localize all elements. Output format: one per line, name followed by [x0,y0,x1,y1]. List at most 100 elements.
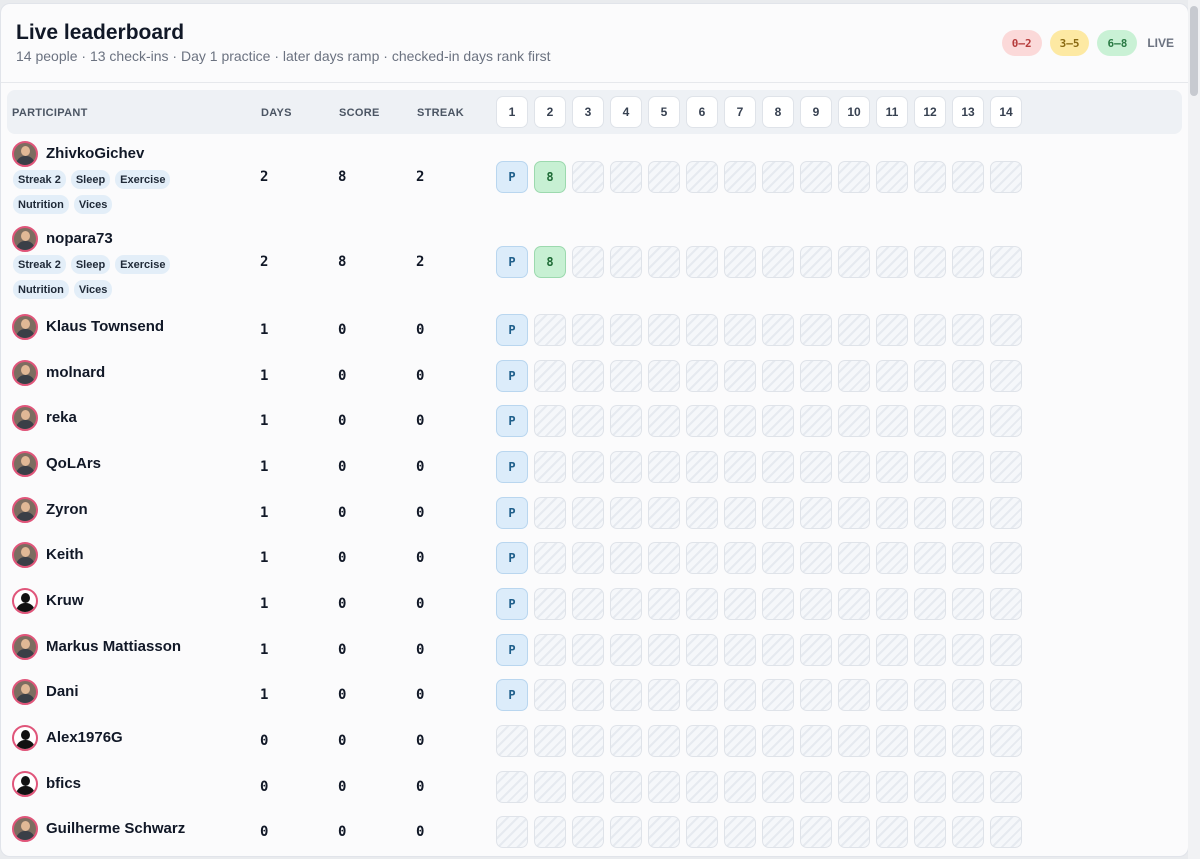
day-cell-empty[interactable] [724,497,756,529]
day-cell-empty[interactable] [648,314,680,346]
day-cell-score[interactable]: 8 [534,161,566,193]
day-cell-empty[interactable] [610,360,642,392]
day-cell-empty[interactable] [800,246,832,278]
day-cell-empty[interactable] [876,679,908,711]
day-cell-empty[interactable] [686,771,718,803]
day-cell-empty[interactable] [952,405,984,437]
day-cell-empty[interactable] [572,725,604,757]
day-cell-empty[interactable] [990,314,1022,346]
day-cell-empty[interactable] [762,451,794,483]
day-cell-empty[interactable] [572,451,604,483]
participant-row[interactable]: Keith 1 0 0 P [1,542,1188,582]
day-cell-empty[interactable] [572,161,604,193]
day-cell-empty[interactable] [572,771,604,803]
day-cell-empty[interactable] [876,588,908,620]
participant-row[interactable]: molnard 1 0 0 P [1,360,1188,400]
day-cell-empty[interactable] [534,360,566,392]
day-cell-practice[interactable]: P [496,497,528,529]
day-cell-empty[interactable] [762,771,794,803]
day-cell-empty[interactable] [534,451,566,483]
day-cell-empty[interactable] [648,246,680,278]
day-cell-empty[interactable] [724,725,756,757]
participant-row[interactable]: Guilherme Schwarz 0 0 0 [1,816,1188,856]
day-cell-practice[interactable]: P [496,679,528,711]
day-cell-practice[interactable]: P [496,314,528,346]
column-header-days[interactable]: DAYS [261,107,292,119]
day-cell-empty[interactable] [762,246,794,278]
day-cell-empty[interactable] [610,246,642,278]
day-cell-empty[interactable] [914,405,946,437]
day-cell-empty[interactable] [800,451,832,483]
participant-row[interactable]: Klaus Townsend 1 0 0 P [1,314,1188,354]
day-cell-empty[interactable] [648,497,680,529]
day-cell-empty[interactable] [686,405,718,437]
day-cell-empty[interactable] [800,314,832,346]
day-cell-empty[interactable] [838,679,870,711]
day-cell-empty[interactable] [762,588,794,620]
day-cell-empty[interactable] [876,360,908,392]
day-cell-empty[interactable] [534,588,566,620]
day-cell-empty[interactable] [686,161,718,193]
day-cell-empty[interactable] [648,725,680,757]
day-cell-empty[interactable] [876,634,908,666]
day-cell-empty[interactable] [914,542,946,574]
day-cell-practice[interactable]: P [496,542,528,574]
day-cell-practice[interactable]: P [496,246,528,278]
day-cell-empty[interactable] [534,634,566,666]
day-cell-empty[interactable] [610,679,642,711]
day-cell-empty[interactable] [724,679,756,711]
day-cell-empty[interactable] [838,634,870,666]
participant-row[interactable]: nopara73 Streak 2 Sleep Exercise Nutrition Vi… [1,226,1188,306]
day-cell-empty[interactable] [534,771,566,803]
day-cell-empty[interactable] [610,725,642,757]
day-cell-empty[interactable] [952,725,984,757]
column-header-participant[interactable]: PARTICIPANT [12,107,88,119]
day-cell-empty[interactable] [686,725,718,757]
day-cell-empty[interactable] [952,816,984,848]
day-cell-empty[interactable] [876,497,908,529]
day-cell-empty[interactable] [838,360,870,392]
day-cell-empty[interactable] [610,634,642,666]
day-cell-empty[interactable] [838,451,870,483]
day-cell-practice[interactable]: P [496,405,528,437]
participant-name[interactable]: ZhivkoGichev [46,145,144,162]
day-cell-empty[interactable] [762,161,794,193]
day-cell-empty[interactable] [914,246,946,278]
day-cell-empty[interactable] [762,816,794,848]
day-cell-empty[interactable] [800,725,832,757]
day-cell-empty[interactable] [952,451,984,483]
day-cell-empty[interactable] [876,725,908,757]
day-cell-empty[interactable] [876,161,908,193]
day-cell-empty[interactable] [800,161,832,193]
day-cell-empty[interactable] [686,542,718,574]
day-cell-empty[interactable] [838,161,870,193]
day-cell-empty[interactable] [610,161,642,193]
day-cell-empty[interactable] [762,497,794,529]
participant-name[interactable]: Dani [46,683,79,700]
day-cell-empty[interactable] [952,314,984,346]
day-cell-empty[interactable] [572,634,604,666]
day-cell-empty[interactable] [534,542,566,574]
day-cell-empty[interactable] [838,246,870,278]
day-cell-empty[interactable] [762,542,794,574]
day-cell-empty[interactable] [572,497,604,529]
day-cell-empty[interactable] [724,246,756,278]
day-cell-empty[interactable] [914,725,946,757]
day-cell-empty[interactable] [648,588,680,620]
day-cell-empty[interactable] [800,497,832,529]
day-cell-empty[interactable] [496,725,528,757]
participant-name[interactable]: molnard [46,364,105,381]
day-cell-empty[interactable] [496,816,528,848]
day-cell-empty[interactable] [990,588,1022,620]
participant-name[interactable]: nopara73 [46,230,113,247]
day-cell-empty[interactable] [800,588,832,620]
day-cell-empty[interactable] [838,588,870,620]
participant-name[interactable]: Kruw [46,592,84,609]
day-cell-empty[interactable] [838,771,870,803]
day-cell-empty[interactable] [990,634,1022,666]
day-cell-empty[interactable] [534,816,566,848]
day-cell-empty[interactable] [876,771,908,803]
day-cell-practice[interactable]: P [496,634,528,666]
day-cell-empty[interactable] [990,816,1022,848]
day-cell-empty[interactable] [876,314,908,346]
